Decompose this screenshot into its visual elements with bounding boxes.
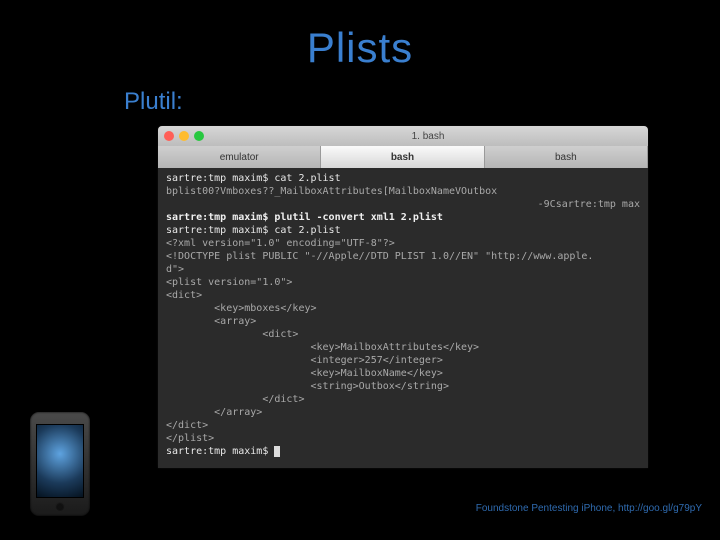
slide-subtitle: Plutil: xyxy=(124,88,183,116)
tab-bash[interactable]: bash xyxy=(485,146,648,168)
close-icon[interactable] xyxy=(164,131,174,141)
window-title: 1. bash xyxy=(214,131,642,142)
terminal-window: 1. bash emulator bash bash sartre:tmp ma… xyxy=(158,126,648,468)
window-controls xyxy=(164,131,204,141)
phone-screen xyxy=(36,424,84,498)
tab-emulator[interactable]: emulator xyxy=(158,146,321,168)
titlebar: 1. bash xyxy=(158,126,648,146)
terminal-body: sartre:tmp maxim$ cat 2.plistbplist00?Vm… xyxy=(158,168,648,462)
slide-title: Plists xyxy=(0,24,720,72)
slide: Plists Plutil: 1. bash emulator bash bas… xyxy=(0,0,720,540)
phone-body xyxy=(30,412,90,516)
tab-bash-active[interactable]: bash xyxy=(321,146,484,168)
zoom-icon[interactable] xyxy=(194,131,204,141)
phone-home-button xyxy=(55,502,65,512)
tab-row: emulator bash bash xyxy=(158,146,648,168)
phone-graphic xyxy=(30,412,90,516)
credit-text: Foundstone Pentesting iPhone, http://goo… xyxy=(476,503,702,514)
minimize-icon[interactable] xyxy=(179,131,189,141)
